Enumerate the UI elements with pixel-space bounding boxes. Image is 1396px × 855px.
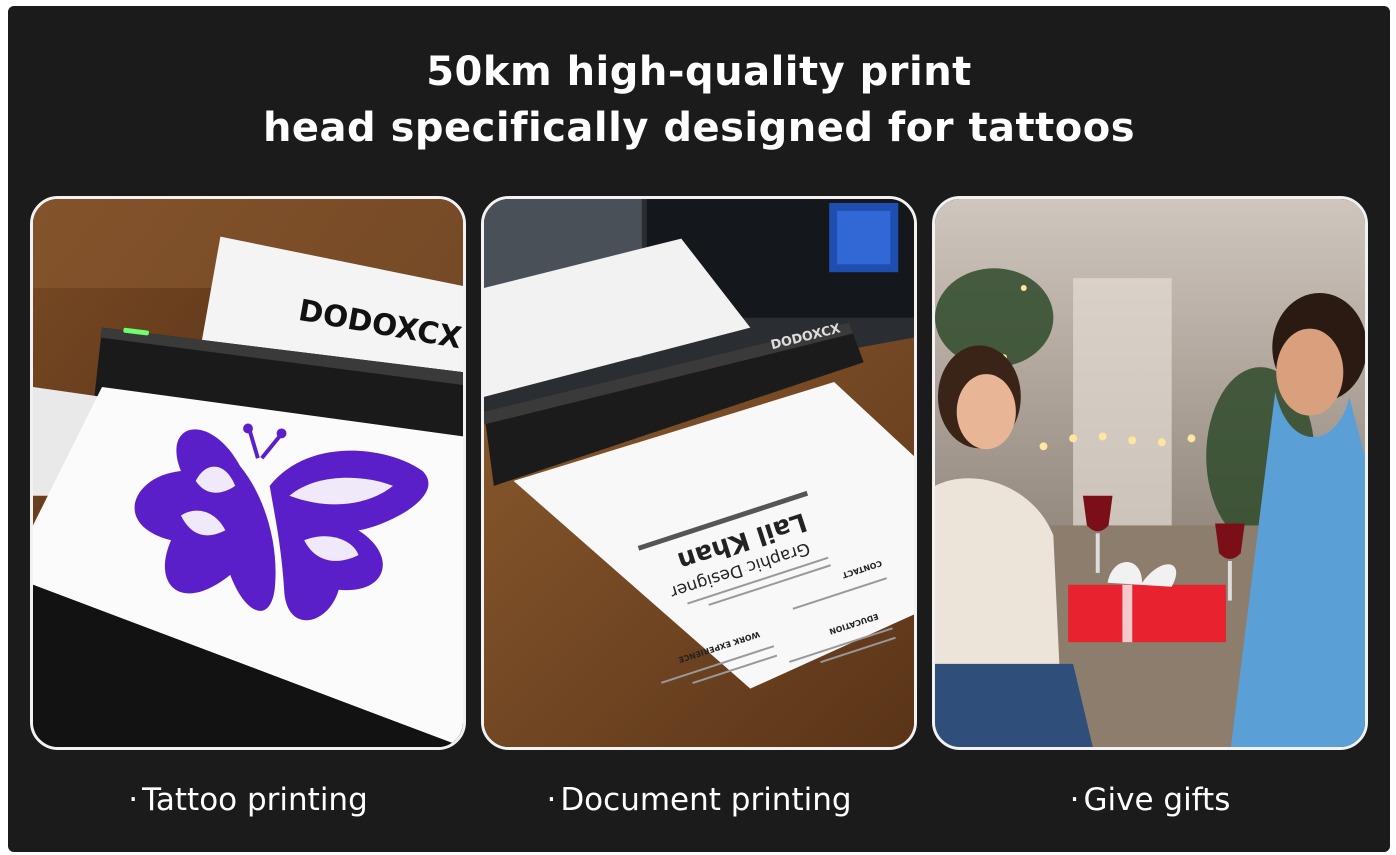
couple-gift-illustration [935,199,1365,747]
caption-document-printing: · Document printing [481,782,917,818]
headline: 50km high-quality print head specificall… [8,44,1390,156]
bullet: · [1069,782,1080,818]
caption-text: Tattoo printing [142,782,368,818]
tattoo-printing-image: DODOXCX [30,196,466,750]
document-printing-image: DODOXCX Lail Khan Graphic Designer CONTA… [481,196,917,750]
give-gifts-image [932,196,1368,750]
headline-line-2: head specifically designed for tattoos [262,105,1136,151]
banner: 50km high-quality print head specificall… [8,6,1390,852]
caption-tattoo-printing: · Tattoo printing [30,782,466,818]
headline-line-1: 50km high-quality print [426,49,972,95]
tattoo-printer-illustration: DODOXCX [33,199,463,747]
bullet: · [546,782,557,818]
caption-give-gifts: · Give gifts [932,782,1368,818]
document-printer-illustration: DODOXCX Lail Khan Graphic Designer CONTA… [484,199,914,747]
caption-text: Give gifts [1083,782,1231,818]
bullet: · [128,782,139,818]
caption-text: Document printing [560,782,852,818]
